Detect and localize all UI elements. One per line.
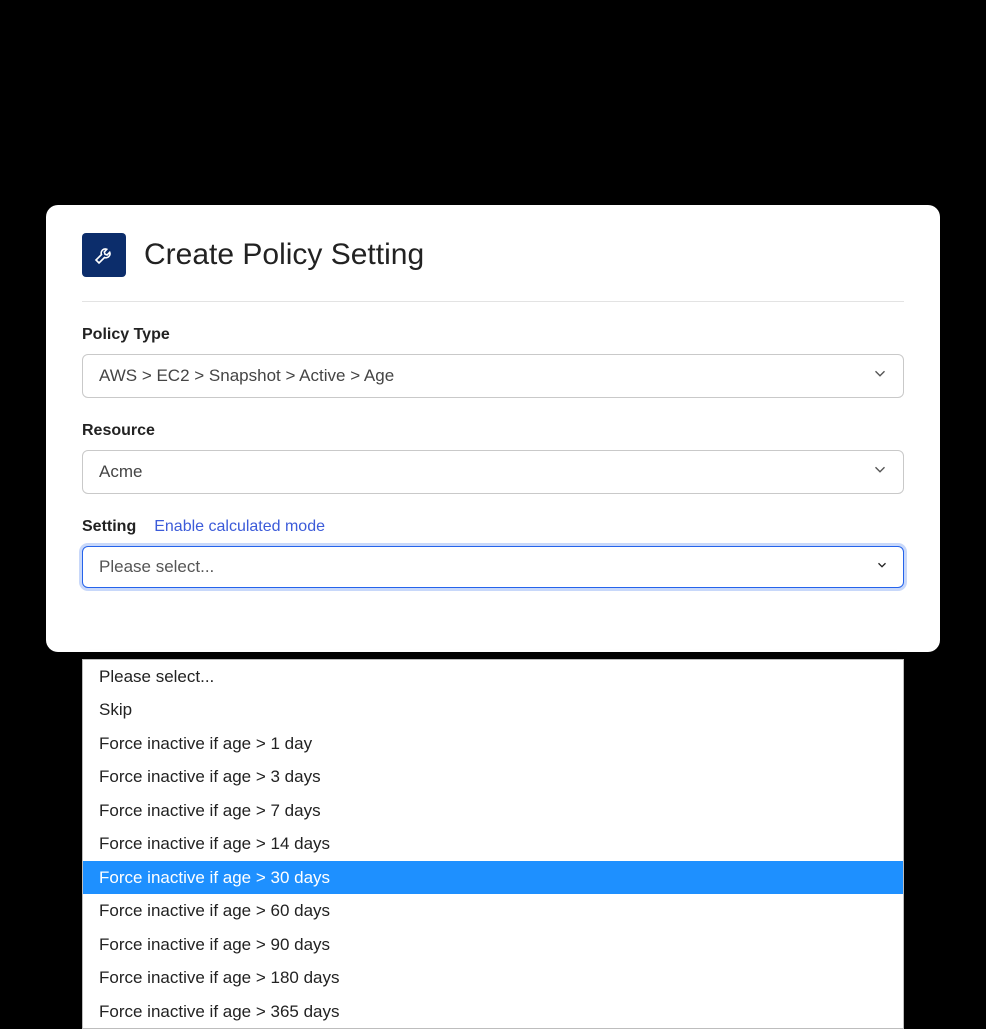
wrench-icon (82, 233, 126, 277)
resource-select[interactable]: Acme (82, 450, 904, 494)
chevron-down-icon (871, 364, 889, 387)
policy-type-group: Policy Type AWS > EC2 > Snapshot > Activ… (82, 326, 904, 398)
setting-option[interactable]: Force inactive if age > 365 days (83, 995, 903, 1029)
policy-type-select[interactable]: AWS > EC2 > Snapshot > Active > Age (82, 354, 904, 398)
page-title: Create Policy Setting (144, 238, 424, 272)
enable-calculated-mode-link[interactable]: Enable calculated mode (154, 518, 325, 536)
resource-group: Resource Acme (82, 422, 904, 494)
setting-option[interactable]: Force inactive if age > 3 days (83, 760, 903, 794)
setting-group: Setting Enable calculated mode Please se… (82, 518, 904, 588)
create-policy-panel: Create Policy Setting Policy Type AWS > … (46, 205, 940, 652)
setting-option[interactable]: Please select... (83, 660, 903, 694)
chevron-down-icon (871, 460, 889, 483)
setting-option[interactable]: Force inactive if age > 90 days (83, 928, 903, 962)
setting-select[interactable]: Please select... (82, 546, 904, 588)
setting-option[interactable]: Force inactive if age > 30 days (83, 861, 903, 895)
policy-type-label: Policy Type (82, 326, 904, 344)
page-header: Create Policy Setting (82, 233, 904, 302)
resource-value: Acme (99, 462, 142, 482)
setting-label: Setting (82, 518, 136, 536)
setting-option[interactable]: Force inactive if age > 180 days (83, 961, 903, 995)
resource-label: Resource (82, 422, 904, 440)
setting-option[interactable]: Force inactive if age > 60 days (83, 894, 903, 928)
setting-option[interactable]: Force inactive if age > 1 day (83, 727, 903, 761)
setting-option[interactable]: Force inactive if age > 14 days (83, 827, 903, 861)
chevron-down-icon (875, 557, 889, 577)
setting-dropdown[interactable]: Please select...SkipForce inactive if ag… (82, 659, 904, 1029)
setting-value: Please select... (99, 557, 214, 577)
policy-type-value: AWS > EC2 > Snapshot > Active > Age (99, 366, 394, 386)
setting-option[interactable]: Skip (83, 693, 903, 727)
setting-option[interactable]: Force inactive if age > 7 days (83, 794, 903, 828)
